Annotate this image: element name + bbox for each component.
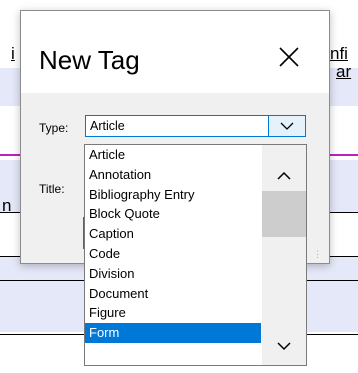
close-button[interactable] <box>269 37 309 77</box>
scrollbar[interactable] <box>262 145 306 365</box>
dropdown-option[interactable]: Caption <box>85 224 261 244</box>
magenta-rule <box>0 154 22 156</box>
dialog-titlebar: New Tag <box>21 11 329 93</box>
dropdown-option[interactable]: Block Quote <box>85 204 261 224</box>
type-select-value: Article <box>90 119 125 133</box>
type-label: Type: <box>39 121 69 135</box>
dropdown-options: Article Annotation Bibliography Entry Block… <box>85 145 261 343</box>
dropdown-option[interactable]: Code <box>85 244 261 264</box>
close-icon <box>279 47 299 67</box>
background-text: ar <box>336 62 352 81</box>
dialog-title: New Tag <box>39 45 140 75</box>
background-text: nfi <box>330 44 348 63</box>
chevron-up-icon <box>277 171 291 180</box>
chevron-down-icon <box>277 342 291 351</box>
dropdown-option[interactable]: Form <box>85 323 261 343</box>
dropdown-option[interactable]: Figure <box>85 303 261 323</box>
dropdown-option[interactable]: Annotation <box>85 165 261 185</box>
dropdown-option[interactable]: Bibliography Entry <box>85 185 261 205</box>
dropdown-option[interactable]: Article <box>85 145 261 165</box>
scroll-up-button[interactable] <box>262 161 306 191</box>
dropdown-button[interactable] <box>268 116 305 136</box>
type-select[interactable]: Article <box>85 115 306 137</box>
title-label: Title: <box>39 182 65 196</box>
dropdown-option[interactable]: Document <box>85 284 261 304</box>
scrollbar-thumb[interactable] <box>262 191 306 237</box>
resize-grip[interactable]: ⋮ <box>313 249 322 260</box>
magenta-rule <box>328 154 358 156</box>
background-text: i <box>11 44 15 63</box>
dropdown-option[interactable]: Division <box>85 264 261 284</box>
scroll-down-button[interactable] <box>262 331 306 361</box>
type-dropdown-list[interactable]: Article Annotation Bibliography Entry Block… <box>84 144 307 366</box>
background-text: n <box>2 196 12 215</box>
chevron-down-icon <box>280 122 294 130</box>
